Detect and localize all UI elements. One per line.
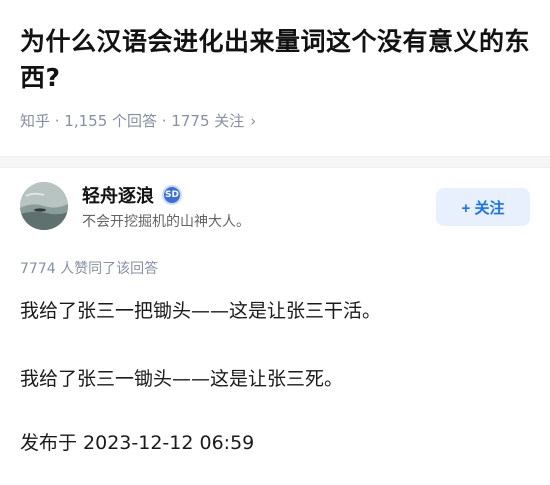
follow-button[interactable]: + 关注 [436,188,530,226]
verified-badge-icon: SD [162,185,182,205]
question-meta-text: 知乎 · 1,155 个回答 · 1775 关注 [20,112,245,130]
author-card: 轻舟逐浪 SD 不会开挖掘机的山神大人。 + 关注 [20,182,530,234]
author-name[interactable]: 轻舟逐浪 [82,182,154,208]
author-bio: 不会开挖掘机的山神大人。 [82,214,250,230]
question-header: 为什么汉语会进化出来量词这个没有意义的东西? 知乎 · 1,155 个回答 · … [20,24,530,131]
author-name-row: 轻舟逐浪 SD [82,182,182,208]
question-title[interactable]: 为什么汉语会进化出来量词这个没有意义的东西? [20,24,530,96]
publish-time: 发布于 2023-12-12 06:59 [20,432,255,454]
avatar[interactable] [20,182,68,230]
answer-body: 我给了张三一把锄头——这是让张三干活。 我给了张三一锄头——这是让张三死。 [20,296,530,394]
section-divider [0,156,550,168]
answer-paragraph: 我给了张三一把锄头——这是让张三干活。 [20,300,382,322]
chevron-right-icon: › [250,111,257,130]
question-meta[interactable]: 知乎 · 1,155 个回答 · 1775 关注 › [20,110,530,131]
vote-count: 7774 人赞同了该回答 [20,261,159,277]
answer-paragraph: 我给了张三一锄头——这是让张三死。 [20,368,344,390]
landscape-avatar-icon [20,182,68,230]
